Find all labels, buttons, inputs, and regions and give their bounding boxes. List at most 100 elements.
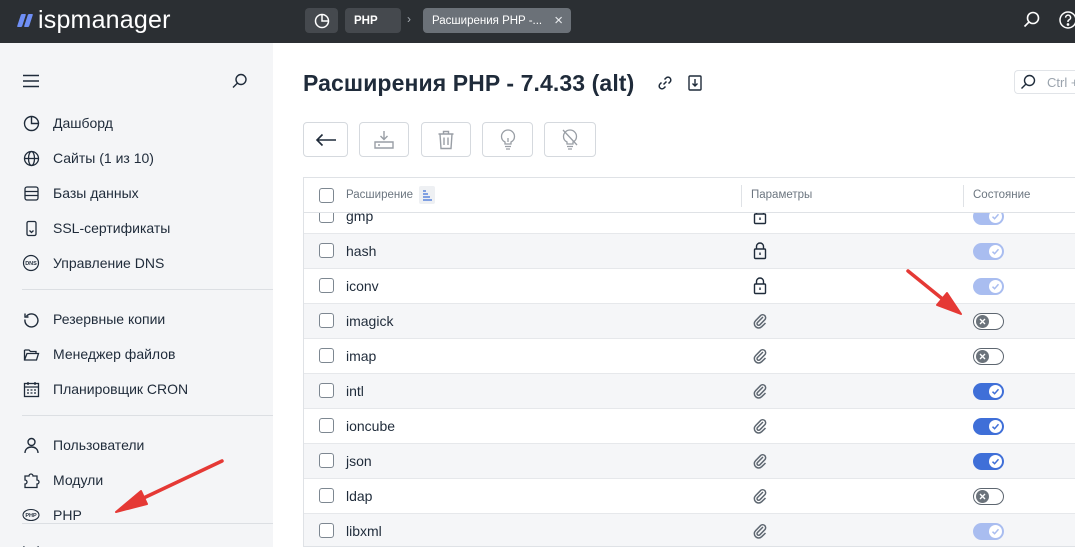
sort-icon[interactable] (419, 186, 435, 204)
link-icon[interactable] (656, 74, 674, 92)
state-toggle[interactable] (973, 418, 1004, 435)
row-checkbox[interactable] (319, 418, 334, 433)
column-separator[interactable] (963, 185, 964, 207)
state-toggle[interactable] (973, 348, 1004, 365)
sidebar-item-databases[interactable]: Базы данных (22, 183, 139, 203)
sidebar-item-file-manager[interactable]: Менеджер файлов (22, 344, 176, 364)
sidebar-item-label: PHP (53, 507, 82, 523)
row-checkbox[interactable] (319, 453, 334, 468)
help-icon[interactable] (1058, 10, 1075, 30)
state-toggle[interactable] (973, 488, 1004, 505)
breadcrumb-active-tab[interactable]: Расширения PHP -... × (423, 8, 571, 33)
download-icon[interactable] (686, 74, 704, 92)
sidebar-item-php[interactable]: PHP PHP (22, 505, 82, 525)
enable-button[interactable] (482, 122, 533, 157)
breadcrumb-php[interactable]: PHP (345, 8, 401, 33)
row-checkbox[interactable] (319, 313, 334, 328)
hamburger-menu-icon[interactable] (22, 74, 40, 93)
sidebar-divider (22, 523, 276, 524)
sidebar-item-dashboard[interactable]: Дашборд (22, 113, 113, 133)
sidebar-item-modules[interactable]: Модули (22, 470, 103, 490)
breadcrumb-home[interactable] (305, 8, 338, 33)
paperclip-icon[interactable] (753, 312, 767, 330)
sidebar-item-label: Резервные копии (53, 311, 166, 327)
column-header-extension[interactable]: Расширение (346, 189, 413, 201)
install-button[interactable] (359, 122, 409, 157)
svg-text:DNS: DNS (25, 261, 37, 267)
extension-name: libxml (346, 523, 382, 539)
row-checkbox[interactable] (319, 243, 334, 258)
column-header-params[interactable]: Параметры (751, 189, 812, 201)
search-input[interactable]: Ctrl + (1014, 70, 1075, 94)
row-checkbox[interactable] (319, 523, 334, 538)
folder-icon (22, 345, 40, 363)
close-tab-icon[interactable]: × (554, 12, 563, 29)
paperclip-icon[interactable] (753, 347, 767, 365)
database-icon (22, 184, 40, 202)
sidebar: Дашборд Сайты (1 из 10) Базы данных SSL-… (0, 43, 276, 547)
sidebar-item-label: Базы данных (53, 185, 139, 201)
extension-name: imagick (346, 313, 394, 329)
svg-text:PHP: PHP (25, 513, 37, 519)
state-toggle[interactable] (973, 278, 1004, 295)
sidebar-item-backups[interactable]: Резервные копии (22, 309, 165, 329)
sidebar-item-label: SSL-сертификаты (53, 220, 171, 236)
paperclip-icon[interactable] (753, 452, 767, 470)
php-icon: PHP (22, 506, 40, 524)
sidebar-item-label: Модули (53, 472, 104, 488)
breadcrumb-php-label: PHP (354, 14, 378, 27)
sidebar-item-sites[interactable]: Сайты (1 из 10) (22, 148, 154, 168)
state-toggle[interactable] (973, 313, 1004, 330)
sidebar-item-dns[interactable]: DNS Управление DNS (22, 253, 164, 273)
state-toggle[interactable] (973, 453, 1004, 470)
row-checkbox[interactable] (319, 348, 334, 363)
toggle-off-icon (975, 349, 989, 363)
dashboard-icon (22, 114, 40, 132)
row-checkbox[interactable] (319, 383, 334, 398)
state-toggle[interactable] (973, 523, 1004, 540)
back-button[interactable] (303, 122, 348, 157)
table-row[interactable]: json (304, 444, 1075, 479)
state-toggle[interactable] (973, 383, 1004, 400)
sidebar-item-label: Дашборд (53, 115, 113, 131)
table-row[interactable]: ldap (304, 479, 1075, 514)
table-row[interactable]: imap (304, 339, 1075, 374)
paperclip-icon[interactable] (753, 487, 767, 505)
paperclip-icon[interactable] (753, 417, 767, 435)
trash-icon (438, 130, 454, 149)
toggle-check-icon (989, 385, 1002, 398)
state-toggle[interactable] (973, 243, 1004, 260)
paperclip-icon[interactable] (753, 522, 767, 540)
mail-icon[interactable] (23, 541, 39, 547)
table-row[interactable]: ioncube (304, 409, 1075, 444)
sidebar-header (0, 70, 273, 94)
delete-button[interactable] (421, 122, 471, 157)
sidebar-item-label: Управление DNS (53, 255, 165, 271)
sidebar-item-cron[interactable]: Планировщик CRON (22, 379, 188, 399)
row-checkbox[interactable] (319, 278, 334, 293)
column-header-state[interactable]: Состояние (973, 189, 1030, 201)
sidebar-divider (22, 289, 276, 290)
paperclip-icon[interactable] (753, 382, 767, 400)
disable-button[interactable] (544, 122, 596, 157)
toggle-check-icon (989, 420, 1002, 433)
select-all-checkbox[interactable] (319, 188, 334, 203)
logo-text: ispmanager (38, 5, 171, 34)
extension-name: intl (346, 383, 364, 399)
search-icon[interactable] (1022, 10, 1042, 30)
logo[interactable]: ispmanager (16, 6, 171, 34)
certificate-icon (22, 219, 40, 237)
sidebar-item-users[interactable]: Пользователи (22, 435, 144, 455)
toggle-off-icon (975, 489, 989, 503)
table-row[interactable]: hash (304, 234, 1075, 269)
table-row[interactable]: intl (304, 374, 1075, 409)
search-icon (1021, 74, 1036, 89)
sidebar-search-icon[interactable] (231, 72, 249, 95)
column-separator[interactable] (741, 185, 742, 207)
table-row[interactable]: libxml (304, 514, 1075, 546)
table-row[interactable]: imagick (304, 304, 1075, 339)
chevron-right-icon: › (407, 12, 411, 26)
table-row[interactable]: iconv (304, 269, 1075, 304)
row-checkbox[interactable] (319, 488, 334, 503)
sidebar-item-ssl[interactable]: SSL-сертификаты (22, 218, 170, 238)
